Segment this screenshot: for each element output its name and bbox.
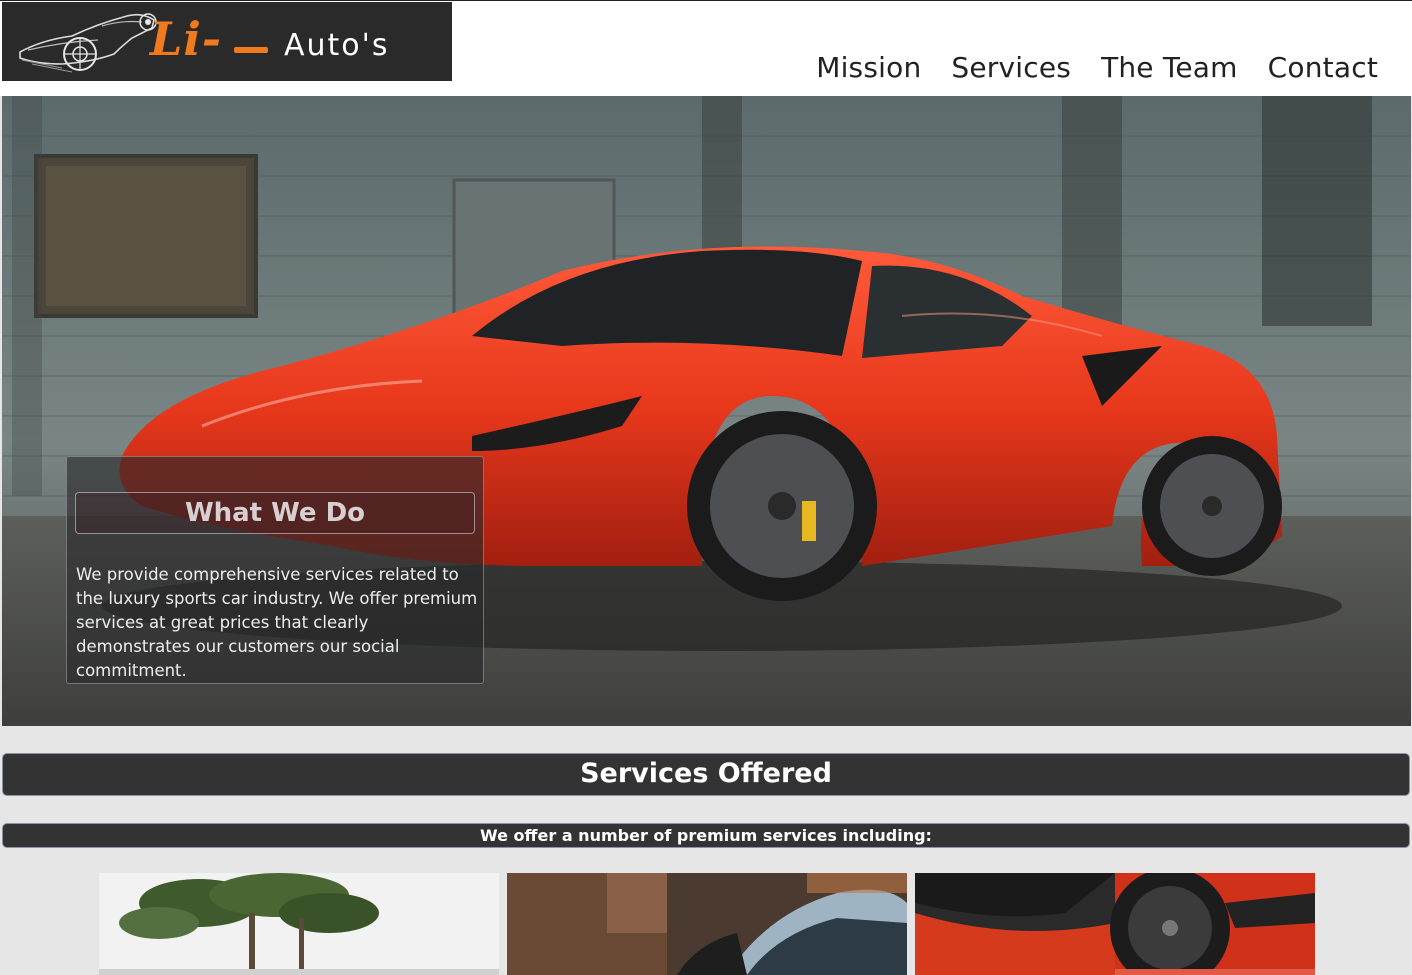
what-we-do-box: What We Do We provide comprehensive serv… (66, 456, 484, 684)
tree-image (99, 873, 499, 975)
main-nav: Mission Services The Team Contact (816, 51, 1378, 84)
service-thumbnail-2[interactable] (507, 873, 907, 975)
nav-the-team[interactable]: The Team (1101, 51, 1238, 84)
what-we-do-title: What We Do (75, 492, 475, 534)
logo-secondary-text: Auto's (284, 28, 390, 63)
service-thumbnail-3[interactable] (915, 873, 1315, 975)
services-heading: Services Offered (2, 753, 1410, 796)
red-car-side-image (915, 873, 1315, 975)
site-header: Li- Auto's Mission Services The Team Con… (0, 0, 1412, 96)
nav-services[interactable]: Services (951, 51, 1071, 84)
logo-primary-text: Li- (150, 12, 222, 66)
service-thumbnail-1[interactable] (99, 873, 499, 975)
services-subheading: We offer a number of premium services in… (2, 823, 1410, 848)
site-logo[interactable]: Li- Auto's (2, 2, 452, 81)
nav-mission[interactable]: Mission (816, 51, 921, 84)
hero-banner: What We Do We provide comprehensive serv… (2, 96, 1411, 726)
nav-contact[interactable]: Contact (1268, 51, 1378, 84)
car-closeup-image (507, 873, 907, 975)
what-we-do-text: We provide comprehensive services relate… (76, 565, 478, 680)
